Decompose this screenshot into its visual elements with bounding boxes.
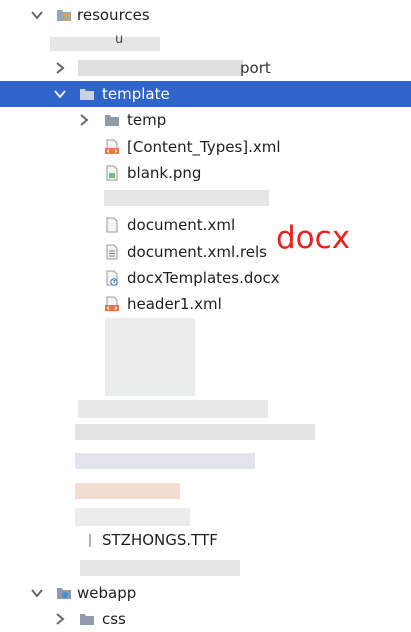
obscured-region	[78, 60, 243, 76]
tree-item-template[interactable]: template	[0, 81, 411, 107]
text-file-icon	[106, 217, 118, 233]
tree-item-label: webapp	[77, 584, 137, 602]
tree-item-label: resources	[77, 6, 150, 24]
tree-item-content-types[interactable]: [Content_Types].xml	[0, 134, 411, 160]
chevron-down-icon[interactable]	[30, 8, 44, 22]
tree-item-blank-png[interactable]: blank.png	[0, 160, 411, 186]
tree-item-resources[interactable]: resources	[0, 2, 411, 28]
tree-item-label: [Content_Types].xml	[127, 138, 281, 156]
obscured-region	[78, 400, 268, 418]
xml-file-icon	[105, 296, 119, 311]
tree-item-label: STZHONGS.TTF	[102, 531, 218, 549]
folder-icon	[80, 614, 94, 625]
obscured-region	[50, 37, 160, 51]
obscured-region	[75, 453, 255, 469]
docx-file-icon	[106, 270, 118, 286]
annotation-docx: docx	[276, 220, 351, 256]
chevron-right-icon[interactable]	[53, 612, 67, 626]
tree-item-docx-templates[interactable]: docxTemplates.docx	[0, 265, 411, 291]
web-folder-icon	[57, 588, 71, 599]
tree-item-css[interactable]: css	[0, 606, 411, 632]
resources-folder-icon	[57, 10, 71, 21]
tree-item-label: document.xml	[127, 216, 236, 234]
obscured-region	[75, 424, 315, 440]
chevron-right-icon[interactable]	[53, 61, 67, 75]
tree-item-label: temp	[127, 111, 167, 129]
tree-item-obscured-3[interactable]	[0, 186, 411, 212]
obscured-region	[75, 508, 190, 526]
chevron-down-icon[interactable]	[30, 586, 44, 600]
obscured-region	[105, 318, 195, 396]
tree-item-label: template	[102, 85, 170, 103]
obscured-region	[75, 483, 180, 499]
chevron-right-icon[interactable]	[77, 113, 91, 127]
tree-item-webapp[interactable]: webapp	[0, 580, 411, 606]
tree-item-temp[interactable]: temp	[0, 107, 411, 133]
image-file-icon	[106, 165, 118, 181]
folder-icon	[80, 89, 94, 100]
tree-item-label: docxTemplates.docx	[127, 269, 280, 287]
tree-item-obscured-2[interactable]: port	[0, 55, 411, 81]
chevron-down-icon[interactable]	[53, 87, 67, 101]
obscured-region	[104, 190, 269, 206]
tree-item-label: u	[115, 32, 124, 47]
obscured-region	[80, 560, 240, 576]
tree-item-obscured-1[interactable]: u	[0, 30, 411, 56]
tree-item-label: header1.xml	[127, 295, 222, 313]
tree-item-label: css	[102, 610, 126, 628]
xml-file-icon	[105, 139, 119, 154]
text-file-icon	[106, 244, 118, 260]
tree-item-label: blank.png	[127, 164, 202, 182]
tree-item-label: document.xml.rels	[127, 243, 267, 261]
font-file-icon	[89, 534, 91, 547]
folder-icon	[105, 115, 119, 126]
tree-item-label: port	[240, 59, 271, 77]
tree-item-font-file[interactable]: STZHONGS.TTF	[0, 527, 411, 553]
tree-item-header1[interactable]: header1.xml	[0, 291, 411, 317]
